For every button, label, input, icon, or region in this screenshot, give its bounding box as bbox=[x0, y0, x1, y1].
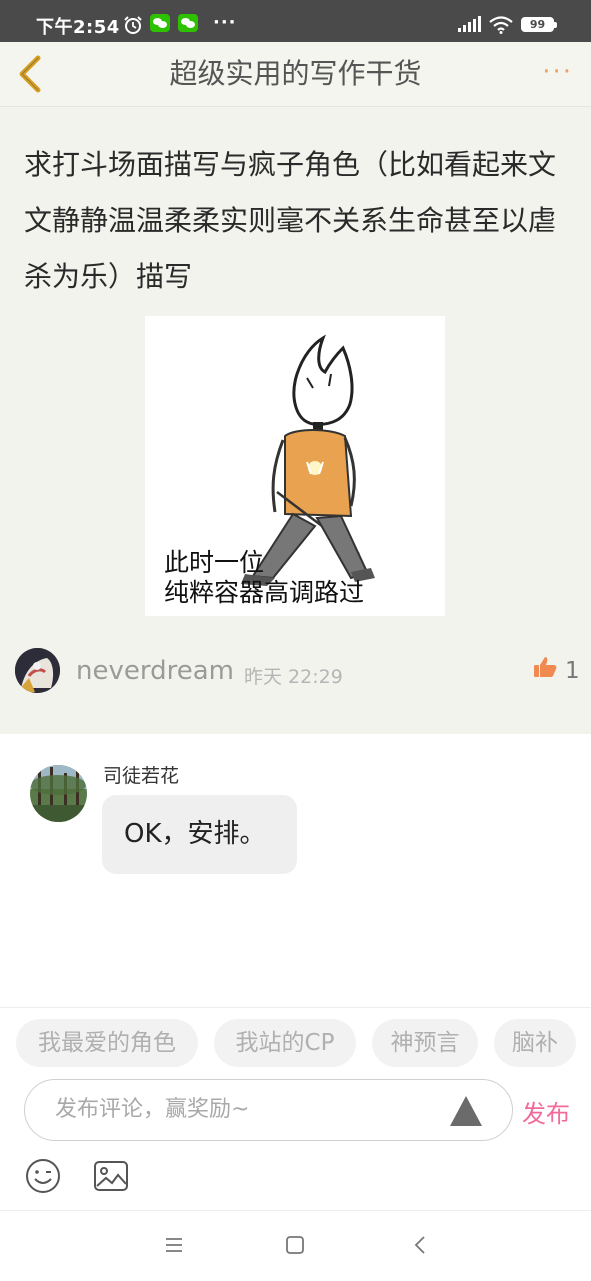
send-arrow-icon[interactable] bbox=[449, 1094, 483, 1132]
back-nav-icon[interactable] bbox=[410, 1235, 430, 1259]
comment-input[interactable]: 发布评论，赢奖励~ bbox=[24, 1079, 513, 1141]
wechat-icon bbox=[150, 14, 170, 32]
reply-bubble[interactable]: OK，安排。 bbox=[102, 795, 297, 874]
page-title: 超级实用的写作干货 bbox=[169, 57, 422, 90]
comment-composer: 我最爱的角色 我站的CP 神预言 脑补 发布评论，赢奖励~ 发布 bbox=[0, 1007, 591, 1211]
reply-text: OK，安排。 bbox=[124, 819, 266, 849]
post-image[interactable]: 此时一位 纯粹容器高调路过 bbox=[145, 316, 445, 616]
emoji-icon[interactable] bbox=[25, 1158, 61, 1198]
status-time: 下午2:54 bbox=[36, 17, 120, 38]
reply-avatar-image bbox=[30, 765, 87, 822]
alarm-icon bbox=[123, 15, 143, 39]
quick-tag-favorite-character[interactable]: 我最爱的角色 bbox=[16, 1019, 198, 1067]
wifi-icon bbox=[489, 16, 513, 38]
status-bar: 下午2:54 ··· 99 bbox=[0, 0, 591, 42]
image-icon[interactable] bbox=[93, 1160, 129, 1196]
quick-tag-imagination[interactable]: 脑补 bbox=[494, 1019, 576, 1067]
avatar[interactable] bbox=[15, 648, 60, 693]
wechat-icon bbox=[178, 14, 198, 32]
meme-caption-line2: 纯粹容器高调路过 bbox=[164, 578, 365, 607]
more-icon[interactable]: ··· bbox=[542, 59, 573, 85]
meme-caption: 此时一位 纯粹容器高调路过 bbox=[164, 548, 364, 608]
menu-icon[interactable] bbox=[164, 1235, 184, 1259]
post-timestamp: 昨天 22:29 bbox=[244, 666, 343, 688]
thumbs-up-icon[interactable] bbox=[533, 656, 557, 682]
author-name[interactable]: neverdream bbox=[76, 656, 234, 686]
back-icon bbox=[19, 55, 41, 93]
reply-author-name[interactable]: 司徒若花 bbox=[103, 761, 179, 788]
comment-placeholder: 发布评论，赢奖励~ bbox=[55, 1097, 250, 1122]
status-more-indicator: ··· bbox=[213, 12, 237, 33]
app-header: 超级实用的写作干货 ··· bbox=[0, 42, 591, 107]
back-button[interactable] bbox=[14, 54, 48, 94]
publish-button[interactable]: 发布 bbox=[522, 1094, 570, 1129]
quick-tag-my-cp[interactable]: 我站的CP bbox=[214, 1019, 356, 1067]
battery-icon: 99 bbox=[521, 17, 557, 32]
author-avatar-image bbox=[15, 648, 60, 693]
meme-caption-line1: 此时一位 bbox=[164, 548, 265, 577]
home-icon[interactable] bbox=[285, 1235, 305, 1259]
post-card: 求打斗场面描写与疯子角色（比如看起来文文静静温温柔柔实则毫不关系生命甚至以虐杀为… bbox=[0, 107, 591, 734]
avatar[interactable] bbox=[30, 765, 87, 822]
signal-icon bbox=[458, 16, 482, 36]
system-nav-bar bbox=[0, 1210, 591, 1281]
like-count: 1 bbox=[565, 658, 580, 684]
quick-tag-prophecy[interactable]: 神预言 bbox=[372, 1019, 478, 1067]
post-text: 求打斗场面描写与疯子角色（比如看起来文文静静温温柔柔实则毫不关系生命甚至以虐杀为… bbox=[24, 148, 557, 293]
